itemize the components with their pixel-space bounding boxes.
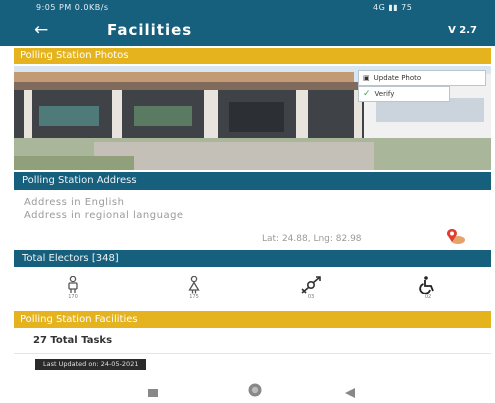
third-gender-icon xyxy=(301,276,321,294)
address-english: Address in English xyxy=(24,197,125,208)
section-header-address: Polling Station Address xyxy=(14,172,491,190)
verify-button[interactable]: ✓ Verify xyxy=(358,86,450,102)
lat-lng-text: Lat: 24.88, Lng: 82.98 xyxy=(262,234,362,244)
system-nav-bar xyxy=(14,380,491,402)
elector-pwd: 02 xyxy=(413,276,443,306)
female-icon xyxy=(188,276,200,294)
arrow-left-icon[interactable]: ← xyxy=(34,19,48,41)
status-system-icons: 4G ▮▮ 75 xyxy=(373,3,413,12)
recents-icon[interactable] xyxy=(147,384,159,403)
version-label: V 2.7 xyxy=(448,25,477,36)
home-icon[interactable] xyxy=(246,382,264,402)
total-tasks[interactable]: 27 Total Tasks xyxy=(33,335,112,346)
check-icon: ✓ xyxy=(363,89,371,99)
status-bar: 9:05 PM 0.0KB/s 4G ▮▮ 75 xyxy=(0,0,495,16)
male-icon xyxy=(68,276,78,293)
elector-male: 170 xyxy=(58,276,88,306)
address-regional: Address in regional language xyxy=(24,210,184,221)
last-updated-badge: Last Updated on: 24-05-2021 xyxy=(35,359,147,370)
update-photo-button[interactable]: ▣ Update Photo xyxy=(358,70,486,86)
section-header-photos: Polling Station Photos xyxy=(14,48,491,64)
app-bar: ← Facilities V 2.7 xyxy=(0,16,495,46)
divider xyxy=(14,353,491,354)
polling-station-photo[interactable]: ▣ Update Photo ✓ Verify xyxy=(14,66,491,170)
wheelchair-icon xyxy=(419,276,434,294)
elector-female: 175 xyxy=(179,276,209,306)
electors-breakdown: 170 175 03 02 xyxy=(14,276,491,308)
back-triangle-icon[interactable] xyxy=(343,384,357,403)
page-title: Facilities xyxy=(107,21,193,39)
section-header-facilities: Polling Station Facilities xyxy=(14,311,491,328)
camera-icon: ▣ xyxy=(363,74,370,82)
section-header-electors: Total Electors [348] xyxy=(14,250,491,267)
status-time: 9:05 PM 0.0KB/s xyxy=(36,3,109,12)
map-pin-icon[interactable] xyxy=(444,228,466,246)
elector-third-gender: 03 xyxy=(296,276,326,306)
